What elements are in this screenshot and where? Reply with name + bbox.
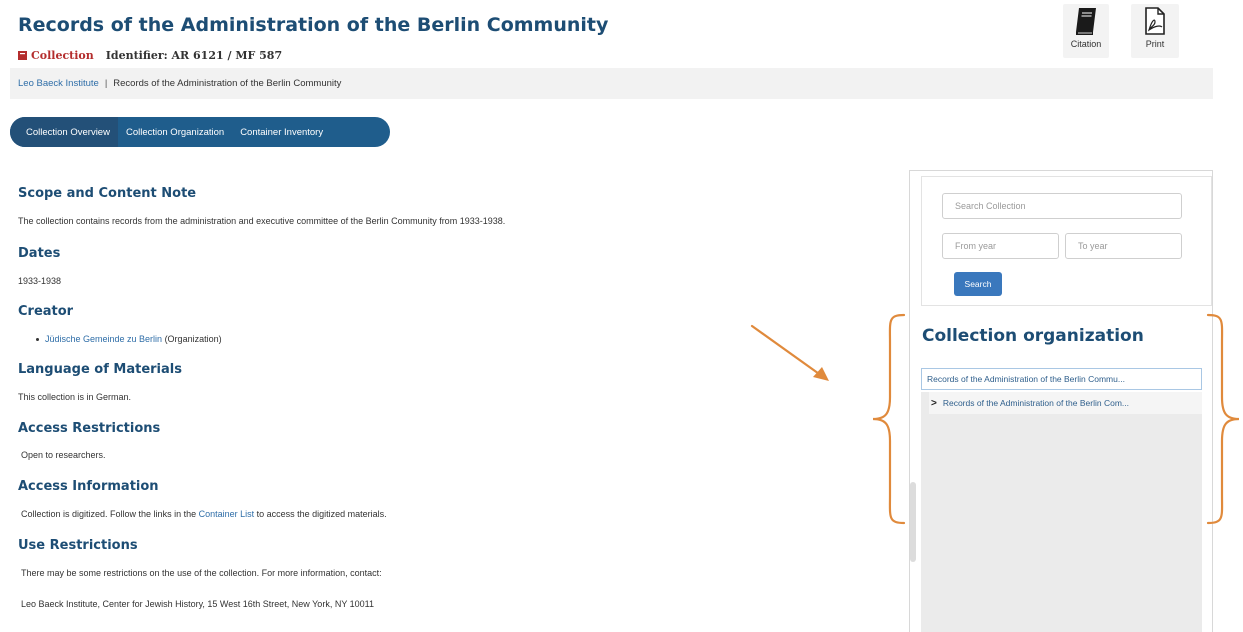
tree-root-item[interactable]: Records of the Administration of the Ber… — [921, 368, 1202, 390]
breadcrumb-link-institute[interactable]: Leo Baeck Institute — [18, 78, 99, 89]
chevron-right-icon[interactable]: > — [931, 398, 937, 409]
tab-collection-overview[interactable]: Collection Overview — [10, 117, 118, 147]
scope-heading: Scope and Content Note — [18, 186, 197, 201]
dates-heading: Dates — [18, 246, 61, 261]
search-button[interactable]: Search — [954, 272, 1002, 296]
tab-container-inventory[interactable]: Container Inventory — [232, 117, 331, 147]
arrow-icon — [750, 324, 829, 381]
scope-text: The collection contains records from the… — [18, 216, 506, 226]
access-information-heading: Access Information — [18, 479, 159, 494]
collection-badge: Collection — [18, 49, 94, 62]
from-year-input[interactable]: From year — [942, 233, 1059, 259]
access-restrictions-text: Open to researchers. — [21, 450, 106, 460]
to-year-input[interactable]: To year — [1065, 233, 1182, 259]
creator-list-item: Jüdische Gemeinde zu Berlin (Organizatio… — [36, 334, 222, 344]
collection-organization-heading: Collection organization — [922, 326, 1144, 346]
creator-heading: Creator — [18, 304, 74, 319]
collection-badge-label: Collection — [31, 49, 94, 62]
print-label: Print — [1145, 39, 1165, 49]
language-text: This collection is in German. — [18, 392, 132, 402]
tab-collection-organization[interactable]: Collection Organization — [118, 117, 232, 147]
access-restrictions-heading: Access Restrictions — [18, 421, 161, 436]
tree-child-item[interactable]: > Records of the Administration of the B… — [929, 392, 1202, 414]
dates-text: 1933-1938 — [18, 276, 62, 286]
sidebar-scrollbar[interactable] — [910, 482, 916, 562]
page-title: Records of the Administration of the Ber… — [18, 14, 609, 36]
container-list-link[interactable]: Container List — [199, 509, 255, 519]
citation-button[interactable]: Citation — [1063, 4, 1109, 58]
collection-tabs: Collection Overview Collection Organizat… — [10, 117, 390, 147]
breadcrumb: Leo Baeck Institute | Records of the Adm… — [10, 68, 1213, 99]
archive-box-icon — [18, 51, 27, 60]
curly-brace-icon — [872, 313, 906, 525]
breadcrumb-current: Records of the Administration of the Ber… — [113, 78, 342, 89]
citation-label: Citation — [1070, 39, 1102, 49]
tree-child-label: Records of the Administration of the Ber… — [942, 398, 1129, 408]
pdf-icon — [1145, 7, 1165, 35]
use-restrictions-text: There may be some restrictions on the us… — [21, 568, 382, 578]
curly-brace-icon — [1206, 313, 1240, 525]
print-button[interactable]: Print — [1131, 4, 1179, 58]
identifier: Identifier: AR 6121 / MF 587 — [105, 49, 283, 62]
bullet — [36, 338, 39, 342]
search-collection-input[interactable]: Search Collection — [942, 193, 1182, 219]
access-information-text-start: Collection is digitized. Follow the link… — [21, 509, 199, 519]
access-information-text: Collection is digitized. Follow the link… — [21, 509, 387, 519]
tree-panel — [921, 392, 1202, 632]
language-heading: Language of Materials — [18, 362, 182, 377]
creator-type: (Organization) — [162, 334, 222, 344]
access-information-text-end: to access the digitized materials. — [254, 509, 387, 519]
contact-address: Leo Baeck Institute, Center for Jewish H… — [21, 599, 375, 609]
breadcrumb-separator: | — [104, 78, 108, 89]
book-icon — [1076, 8, 1096, 35]
identifier-row: Collection Identifier: AR 6121 / MF 587 — [18, 49, 282, 62]
creator-link[interactable]: Jüdische Gemeinde zu Berlin — [45, 334, 162, 344]
use-restrictions-heading: Use Restrictions — [18, 538, 138, 553]
